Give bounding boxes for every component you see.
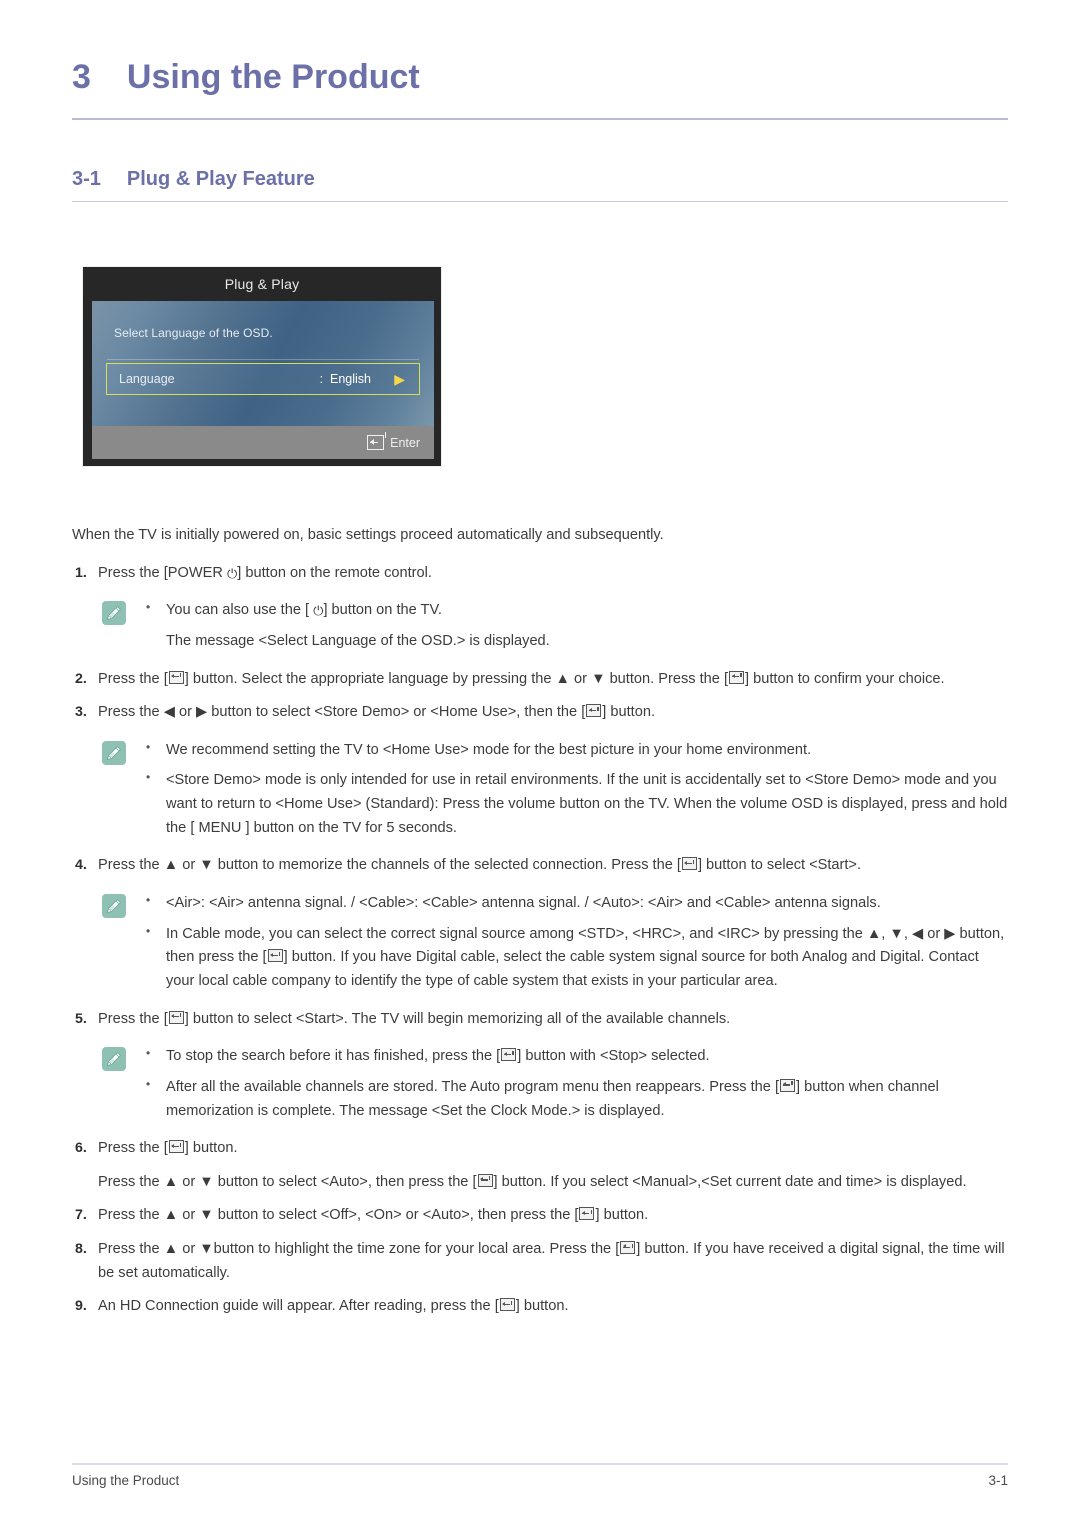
osd-footer: Enter xyxy=(92,426,434,459)
enter-key-icon xyxy=(579,1207,595,1221)
section-heading: 3-1 Plug & Play Feature xyxy=(72,168,1008,191)
osd-enter-hint: Enter xyxy=(367,432,420,450)
osd-panel: Select Language of the OSD. Language : E… xyxy=(92,301,434,434)
enter-key-icon xyxy=(267,949,283,963)
step-text: Press the [] button. xyxy=(98,1140,238,1157)
chapter-heading: 3 Using the Product xyxy=(72,58,1008,97)
step-text: Press the [POWER ⏻] button on the remote… xyxy=(98,564,432,581)
section-number: 3-1 xyxy=(72,168,101,190)
enter-key-icon xyxy=(168,1010,184,1024)
note-list: We recommend setting the TV to <Home Use… xyxy=(126,738,1008,841)
note-item: We recommend setting the TV to <Home Use… xyxy=(144,738,1008,763)
note-pencil-icon xyxy=(102,740,126,765)
step-number: 3. xyxy=(75,704,87,721)
instruction-step: 2. Press the [] button. Select the approp… xyxy=(72,668,1008,692)
step-text: Press the ▲ or ▼ button to select <Off>,… xyxy=(98,1207,649,1224)
osd-title: Plug & Play xyxy=(224,276,300,292)
instruction-step: 7. Press the ▲ or ▼ button to select <Off… xyxy=(72,1204,1008,1228)
manual-page: 3 Using the Product 3-1 Plug & Play Feat… xyxy=(0,0,1080,1527)
instruction-step: 4. Press the ▲ or ▼ button to memorize th… xyxy=(72,854,1008,878)
note-item: The message <Select Language of the OSD.… xyxy=(166,632,550,649)
enter-key-icon xyxy=(620,1241,636,1255)
step-text: Press the ◀ or ▶ button to select <Store… xyxy=(98,704,656,721)
osd-language-value: : English xyxy=(319,372,371,386)
step-text: Press the ▲ or ▼ button to memorize the … xyxy=(98,857,862,874)
chevron-right-icon[interactable]: ▶ xyxy=(394,372,405,386)
chapter-title: Using the Product xyxy=(126,58,420,96)
instruction-step: 5. Press the [] button to select <Start>.… xyxy=(72,1008,1008,1032)
enter-key-icon xyxy=(367,432,387,450)
intro-paragraph: When the TV is initially powered on, bas… xyxy=(72,527,664,543)
power-icon: ⏻ xyxy=(313,603,324,619)
note-list: You can also use the [ ⏻] button on the … xyxy=(126,598,1008,653)
step-text: Press the ▲ or ▼button to highlight the … xyxy=(98,1241,1005,1281)
enter-key-icon xyxy=(586,704,602,718)
enter-key-icon xyxy=(681,857,697,871)
note-item: You can also use the [ ⏻] button on the … xyxy=(144,598,1008,623)
footer-divider xyxy=(72,1463,1008,1465)
instruction-step: 1. Press the [POWER ⏻] button on the remo… xyxy=(72,562,1008,586)
enter-key-icon xyxy=(168,1140,184,1154)
enter-key-icon xyxy=(168,670,184,684)
step-number: 1. xyxy=(75,564,87,581)
note-list: <Air>: <Air> antenna signal. / <Cable>: … xyxy=(126,891,1008,994)
footer-left-label: Using the Product xyxy=(72,1473,180,1488)
note-callout: To stop the search before it has finishe… xyxy=(72,1044,1008,1123)
osd-language-row[interactable]: Language : English ▶ xyxy=(106,363,420,395)
enter-key-icon xyxy=(729,670,745,684)
step-number: 6. xyxy=(75,1140,87,1157)
step-number: 5. xyxy=(75,1010,87,1027)
step-text: An HD Connection guide will appear. Afte… xyxy=(98,1298,569,1315)
enter-key-icon xyxy=(780,1078,796,1092)
note-item: <Air>: <Air> antenna signal. / <Cable>: … xyxy=(144,891,1008,916)
step-number: 4. xyxy=(75,857,87,874)
steps-container: 1. Press the [POWER ⏻] button on the remo… xyxy=(72,562,1008,1319)
enter-key-icon xyxy=(501,1048,517,1062)
osd-enter-label: Enter xyxy=(390,435,420,450)
note-item: In Cable mode, you can select the correc… xyxy=(144,922,1008,994)
note-list: To stop the search before it has finishe… xyxy=(126,1044,1008,1123)
step-number: 2. xyxy=(75,670,87,687)
enter-key-icon xyxy=(499,1298,515,1312)
step-continuation-text: Press the ▲ or ▼ button to select <Auto>… xyxy=(98,1173,967,1190)
instruction-step: 3. Press the ◀ or ▶ button to select <Sto… xyxy=(72,701,1008,725)
power-icon: ⏻ xyxy=(226,565,238,581)
note-pencil-icon xyxy=(102,1047,126,1072)
page-footer: Using the Product 3-1 xyxy=(72,1473,1008,1488)
chapter-number: 3 xyxy=(72,58,91,96)
note-callout: You can also use the [ ⏻] button on the … xyxy=(72,598,1008,653)
instruction-body: When the TV is initially powered on, bas… xyxy=(72,524,1008,1329)
note-callout: <Air>: <Air> antenna signal. / <Cable>: … xyxy=(72,891,1008,994)
enter-key-icon xyxy=(477,1173,493,1187)
footer-page-number: 3-1 xyxy=(988,1473,1008,1488)
step-text: Press the [] button to select <Start>. T… xyxy=(98,1010,731,1027)
osd-titlebar: Plug & Play xyxy=(83,267,441,301)
instruction-step: 6. Press the [] button. xyxy=(72,1137,1008,1161)
note-item: After all the available channels are sto… xyxy=(144,1075,1008,1123)
chapter-divider xyxy=(72,118,1008,120)
note-callout: We recommend setting the TV to <Home Use… xyxy=(72,738,1008,841)
section-title: Plug & Play Feature xyxy=(126,168,315,190)
osd-message: Select Language of the OSD. xyxy=(114,326,273,340)
section-divider xyxy=(72,201,1008,202)
step-number: 8. xyxy=(75,1241,87,1258)
osd-screenshot-figure: Plug & Play Select Language of the OSD. … xyxy=(82,266,442,467)
step-number: 7. xyxy=(75,1207,87,1224)
note-item: <Store Demo> mode is only intended for u… xyxy=(144,768,1008,840)
osd-language-label: Language xyxy=(119,372,175,386)
step-text: Press the [] button. Select the appropri… xyxy=(98,670,945,687)
note-pencil-icon xyxy=(102,601,126,626)
step-number: 9. xyxy=(75,1298,87,1315)
osd-separator xyxy=(107,359,419,360)
instruction-step: 8. Press the ▲ or ▼button to highlight th… xyxy=(72,1238,1008,1285)
note-pencil-icon xyxy=(102,894,126,919)
instruction-step: 9. An HD Connection guide will appear. Af… xyxy=(72,1295,1008,1319)
note-item: To stop the search before it has finishe… xyxy=(144,1044,1008,1069)
